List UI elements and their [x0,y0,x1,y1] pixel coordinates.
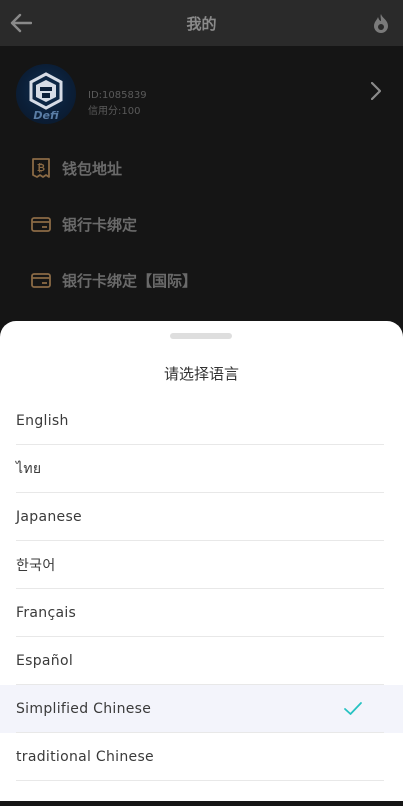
menu-item-label: 钱包地址 [62,159,123,178]
option-label: English [16,413,69,429]
language-option-english[interactable]: English [0,397,403,445]
option-label: Français [16,605,77,621]
option-label: ไทย [16,461,42,477]
menu-item-label: 银行卡绑定 [62,215,138,234]
credit-score: 信用分:100 [88,106,141,117]
menu-item-bank-card-international[interactable]: 银行卡绑定【国际】 [30,266,197,294]
check-icon [344,702,362,715]
option-label: traditional Chinese [16,749,154,765]
menu-item-bank-card[interactable]: 银行卡绑定 [30,210,137,238]
option-label: Español [16,653,74,669]
chevron-right-icon[interactable] [371,82,381,100]
language-option-traditional-chinese[interactable]: traditional Chinese [0,733,403,781]
language-option-japanese[interactable]: Japanese [0,493,403,541]
menu-item-wallet-address[interactable]: ₿ 钱包地址 [30,154,122,182]
avatar-label: Defi [33,109,59,122]
language-option-spanish[interactable]: Español [0,637,403,685]
user-meta: ID:1085839 信用分:100 [88,88,147,120]
sheet-grabber[interactable] [170,333,232,339]
svg-text:₿: ₿ [37,162,45,174]
sheet-title: 请选择语言 [163,365,239,383]
language-option-thai[interactable]: ไทย [0,445,403,493]
menu-item-label: 银行卡绑定【国际】 [62,271,198,290]
avatar[interactable]: Defi [16,64,76,124]
language-sheet: 请选择语言 English ไทย Japanese 한국어 Français … [0,321,403,801]
card-icon [31,217,51,232]
header: 我的 [0,0,403,46]
user-id: ID:1085839 [88,90,147,101]
option-label: Japanese [16,509,82,525]
language-option-simplified-chinese[interactable]: Simplified Chinese [0,685,403,733]
language-options: English ไทย Japanese 한국어 Français Españo… [0,397,403,781]
language-option-french[interactable]: Français [0,589,403,637]
page-title: 我的 [186,15,217,33]
option-label: Simplified Chinese [16,701,152,717]
option-label: 한국어 [16,558,56,574]
card-icon [31,273,51,288]
flame-icon[interactable] [373,13,389,33]
bitcoin-receipt-icon: ₿ [32,158,50,178]
language-option-korean[interactable]: 한국어 [0,541,403,589]
